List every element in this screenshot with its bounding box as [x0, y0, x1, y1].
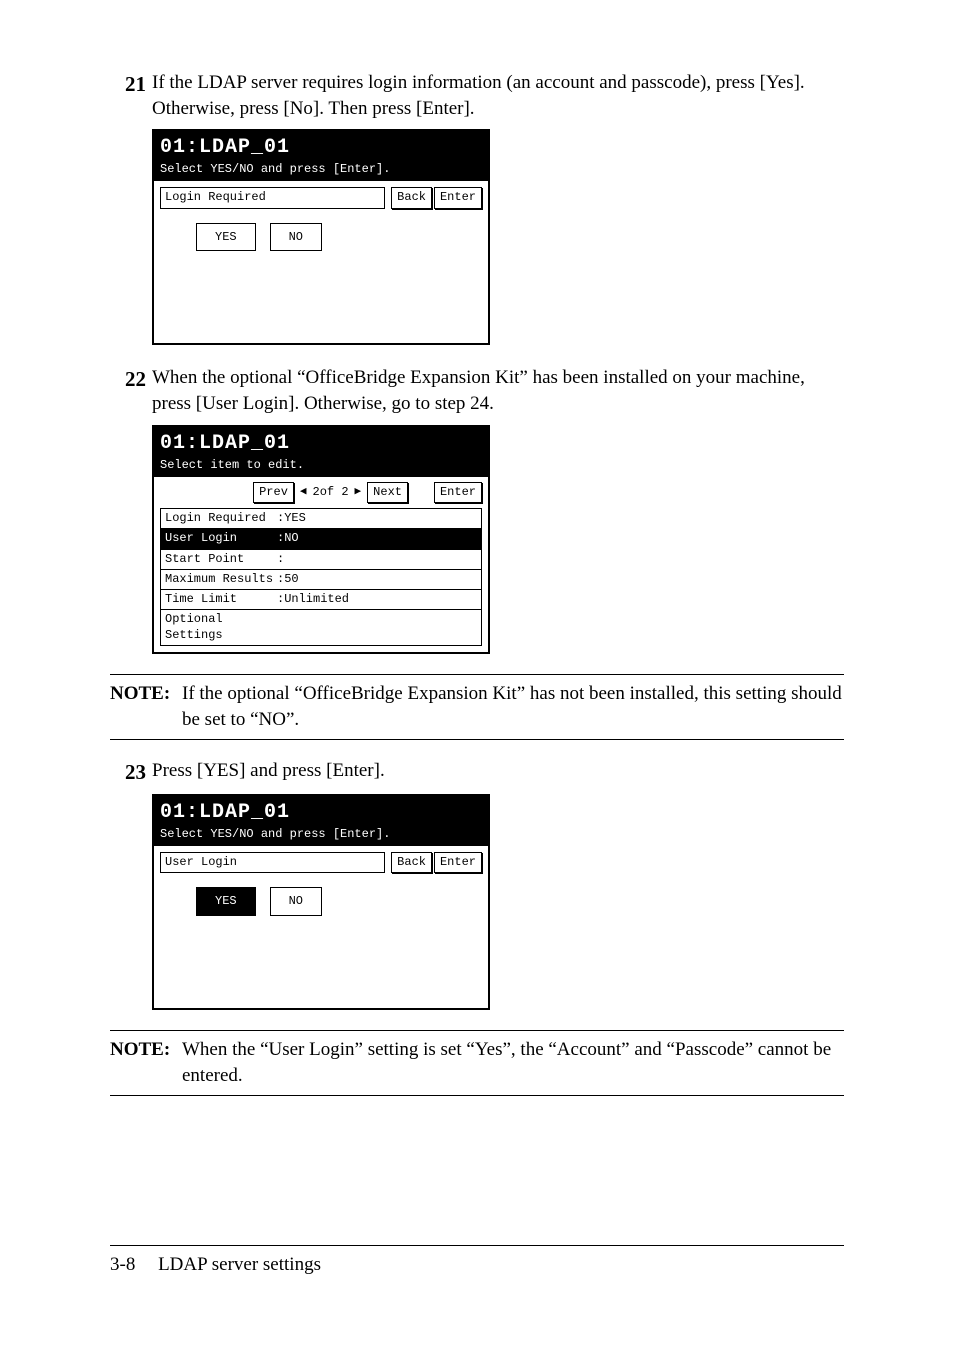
- list-item[interactable]: Login Required:YES: [160, 508, 482, 529]
- back-button[interactable]: Back: [391, 852, 432, 873]
- step-text: If the LDAP server requires login inform…: [152, 70, 844, 121]
- lcd-screen-item-list: 01:LDAP_01 Select item to edit. Prev ◀ 2…: [152, 425, 490, 655]
- lcd-title: 01:LDAP_01: [160, 430, 482, 457]
- lcd-title: 01:LDAP_01: [160, 134, 482, 161]
- enter-button[interactable]: Enter: [434, 187, 482, 208]
- page-indicator: 2of 2: [313, 484, 349, 500]
- footer-title: LDAP server settings: [158, 1254, 321, 1275]
- lcd-title: 01:LDAP_01: [160, 799, 482, 826]
- step-text: When the optional “OfficeBridge Expansio…: [152, 365, 844, 416]
- note-text: If the optional “OfficeBridge Expansion …: [182, 681, 844, 732]
- triangle-right-icon: ▶: [355, 485, 362, 500]
- lcd-subtitle: Select YES/NO and press [Enter].: [160, 161, 482, 177]
- step-text: Press [YES] and press [Enter].: [152, 758, 844, 786]
- note-block: NOTE: When the “User Login” setting is s…: [110, 1030, 844, 1095]
- step-number: 22: [110, 365, 152, 416]
- triangle-left-icon: ◀: [300, 485, 307, 500]
- list-item[interactable]: Optional Settings: [160, 609, 482, 646]
- lcd-screen-user-login: 01:LDAP_01 Select YES/NO and press [Ente…: [152, 794, 490, 1010]
- enter-button[interactable]: Enter: [434, 482, 482, 503]
- step-22: 22 When the optional “OfficeBridge Expan…: [110, 365, 844, 416]
- note-label: NOTE:: [110, 1037, 182, 1088]
- note-block: NOTE: If the optional “OfficeBridge Expa…: [110, 674, 844, 739]
- yes-option-selected[interactable]: YES: [196, 887, 256, 915]
- step-number: 23: [110, 758, 152, 786]
- prev-button[interactable]: Prev: [253, 482, 294, 503]
- lcd-subtitle: Select YES/NO and press [Enter].: [160, 826, 482, 842]
- field-login-required: Login Required: [160, 187, 385, 208]
- note-text: When the “User Login” setting is set “Ye…: [182, 1037, 844, 1088]
- list-item[interactable]: Time Limit:Unlimited: [160, 589, 482, 610]
- page-number: 3-8: [110, 1254, 135, 1275]
- step-number: 21: [110, 70, 152, 121]
- step-21: 21 If the LDAP server requires login inf…: [110, 70, 844, 121]
- no-option[interactable]: NO: [270, 223, 322, 251]
- lcd-subtitle: Select item to edit.: [160, 457, 482, 473]
- list-item[interactable]: Maximum Results:50: [160, 569, 482, 590]
- enter-button[interactable]: Enter: [434, 852, 482, 873]
- back-button[interactable]: Back: [391, 187, 432, 208]
- list-item[interactable]: Start Point:: [160, 549, 482, 570]
- step-23: 23 Press [YES] and press [Enter].: [110, 758, 844, 786]
- note-label: NOTE:: [110, 681, 182, 732]
- lcd-screen-login-required: 01:LDAP_01 Select YES/NO and press [Ente…: [152, 129, 490, 345]
- no-option[interactable]: NO: [270, 887, 322, 915]
- next-button[interactable]: Next: [367, 482, 408, 503]
- field-user-login: User Login: [160, 852, 385, 873]
- yes-option[interactable]: YES: [196, 223, 256, 251]
- list-item-selected[interactable]: User Login:NO: [160, 528, 482, 549]
- page-footer: 3-8 LDAP server settings: [110, 1245, 844, 1278]
